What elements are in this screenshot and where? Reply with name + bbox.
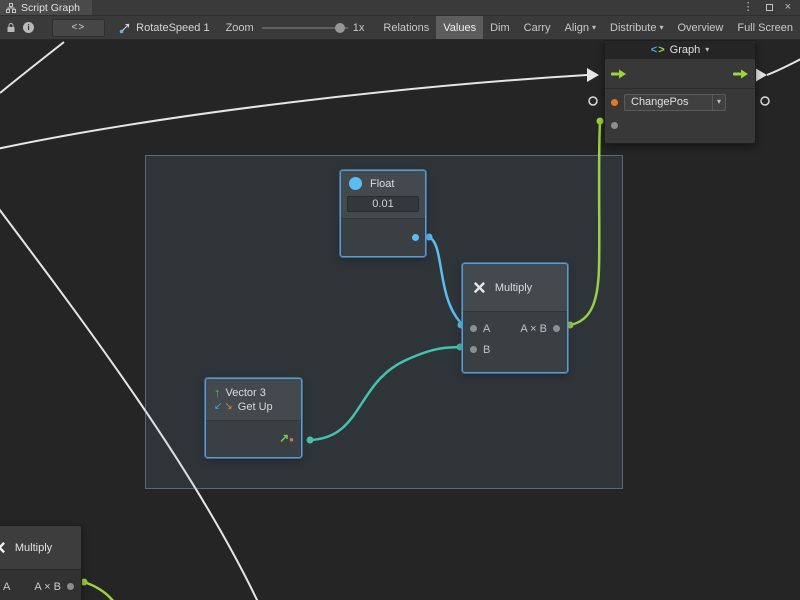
wire-control-flow-out[interactable]: [767, 59, 800, 75]
flow-arrow-in-icon: [587, 68, 599, 82]
maximize-icon[interactable]: [766, 4, 773, 11]
window-menu-icon[interactable]: ⋮: [743, 2, 754, 13]
partial-multiply-body: A A × B: [0, 570, 81, 600]
chevron-down-icon: ▾: [659, 24, 663, 32]
multiply-icon: ×: [473, 277, 486, 299]
wire-partial-multiply-out[interactable]: [84, 582, 114, 600]
flow-out-arrow-icon[interactable]: [733, 68, 749, 80]
relations-button[interactable]: Relations: [376, 16, 436, 40]
partial-multiply-title: Multiply: [15, 542, 52, 554]
graph-breadcrumb[interactable]: RotateSpeed 1: [119, 22, 209, 34]
changepos-dropdown[interactable]: ChangePos ▾: [624, 94, 726, 111]
lock-icon[interactable]: [4, 18, 18, 38]
multiply-icon: ×: [0, 537, 6, 559]
wire-getup-to-multiply-b[interactable]: [310, 347, 461, 440]
wire-float-to-multiply-a[interactable]: [429, 237, 462, 324]
close-icon[interactable]: ×: [785, 2, 791, 13]
vector3-node-body: ↗●: [206, 421, 301, 457]
align-button[interactable]: Align▾: [558, 16, 603, 40]
float-output-port[interactable]: [412, 234, 419, 241]
multiply-node-body: A A × B B: [463, 312, 567, 372]
multiply-node-header: × Multiply: [463, 264, 567, 312]
multiply-row-b: B: [463, 339, 567, 360]
partial-multiply-row-a: A A × B: [0, 576, 81, 597]
partial-multiply-output-label: A × B: [34, 581, 61, 593]
wire-end-dot: [307, 437, 314, 444]
multiply-output-port[interactable]: [553, 325, 560, 332]
code-view-button[interactable]: <>: [52, 19, 106, 37]
zoom-value: 1x: [353, 22, 365, 34]
vector3-node-title: Vector 3: [226, 387, 266, 399]
zoom-slider[interactable]: [262, 22, 348, 34]
multiply-node-title: Multiply: [495, 282, 532, 294]
multiply-input-a-port[interactable]: [470, 325, 477, 332]
window-controls: ⋮ ×: [743, 0, 800, 15]
vector3-node-subtitle: Get Up: [238, 401, 273, 413]
values-button[interactable]: Values: [436, 16, 483, 40]
zoom-label: Zoom: [226, 22, 254, 34]
float-value-input[interactable]: 0.01: [347, 196, 419, 212]
chevron-down-icon: ▾: [705, 46, 709, 54]
chevron-down-icon: ▾: [712, 95, 721, 110]
changepos-input-port[interactable]: [611, 99, 618, 106]
carry-button[interactable]: Carry: [517, 16, 558, 40]
wire-control-flow-in[interactable]: [0, 75, 587, 150]
script-graph-canvas[interactable]: Float 0.01 × Multiply A A × B B: [0, 0, 800, 600]
float-node[interactable]: Float 0.01: [340, 170, 426, 257]
multiply-output-label: A × B: [520, 323, 547, 335]
flow-arrow-out-icon: [755, 68, 767, 82]
visual-script-icon: <>: [651, 44, 665, 56]
getup-arrow-right-icon: ↘: [224, 402, 232, 412]
multiply-row-a: A A × B: [463, 318, 567, 339]
fullscreen-button[interactable]: Full Screen: [730, 16, 800, 40]
float-type-icon: [349, 177, 362, 190]
graph-unit-node[interactable]: <> Graph ▾ ChangePos ▾: [604, 40, 756, 144]
multiply-input-b-port[interactable]: [470, 346, 477, 353]
multiply-input-a-label: A: [483, 323, 490, 335]
graph-value-row: ChangePos ▾: [605, 89, 755, 115]
titlebar: Script Graph ⋮ ×: [0, 0, 800, 16]
partial-multiply-output-port[interactable]: [67, 583, 74, 590]
value-port-circle-right[interactable]: [761, 97, 769, 105]
float-node-header: Float 0.01: [341, 171, 425, 219]
value-port-circle-left[interactable]: [589, 97, 597, 105]
multiply-input-b-label: B: [483, 344, 490, 356]
wire-end-dot: [426, 234, 433, 241]
graph-asset-icon: [119, 22, 131, 34]
tab-title: Script Graph: [21, 2, 80, 14]
info-icon[interactable]: i: [22, 18, 36, 38]
multiply-node-partial[interactable]: × Multiply A A × B: [0, 525, 82, 600]
partial-multiply-input-a-label: A: [3, 581, 10, 593]
graph-extra-port-row: [605, 115, 755, 135]
graph-name: RotateSpeed 1: [136, 22, 209, 34]
flow-in-arrow-icon[interactable]: [611, 68, 627, 80]
graph-toolbar: i <> RotateSpeed 1 Zoom 1x Relations Val…: [0, 16, 800, 40]
vector3-getup-node[interactable]: ↑ Vector 3 ↙ ↘ Get Up ↗●: [205, 378, 302, 458]
graph-extra-port[interactable]: [611, 122, 618, 129]
graph-node-title: Graph: [670, 44, 701, 56]
partial-multiply-header: × Multiply: [0, 526, 81, 570]
tab-script-graph[interactable]: Script Graph: [0, 0, 92, 15]
distribute-button[interactable]: Distribute▾: [603, 16, 670, 40]
float-node-title: Float: [370, 178, 394, 190]
chevron-down-icon: ▾: [592, 24, 596, 32]
script-graph-icon: [6, 3, 16, 13]
graph-flow-row: [605, 59, 755, 89]
zoom-slider-handle[interactable]: [335, 23, 345, 33]
vector3-output-port[interactable]: ↗●: [279, 432, 294, 444]
vector3-icon: ↑: [214, 386, 221, 399]
vector3-node-header: ↑ Vector 3 ↙ ↘ Get Up: [206, 379, 301, 421]
dim-button[interactable]: Dim: [483, 16, 517, 40]
float-node-body: [341, 219, 425, 256]
multiply-node[interactable]: × Multiply A A × B B: [462, 263, 568, 373]
overview-button[interactable]: Overview: [671, 16, 731, 40]
getup-arrow-left-icon: ↙: [214, 402, 222, 412]
wire-offscreen-top-left[interactable]: [0, 42, 64, 93]
wire-end-dot: [597, 118, 604, 125]
changepos-dropdown-value: ChangePos: [631, 96, 689, 108]
graph-node-header[interactable]: <> Graph ▾: [605, 41, 755, 59]
wire-multiply-to-changepos[interactable]: [570, 122, 600, 325]
